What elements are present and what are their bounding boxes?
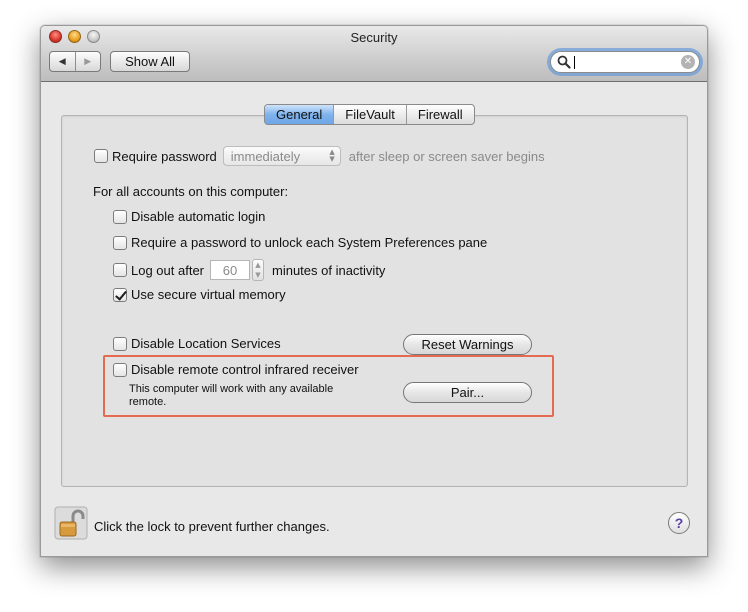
logout-row: Log out after 60 ▲ ▼ minutes of inactivit… bbox=[113, 259, 385, 281]
popup-arrows-icon: ▲ ▼ bbox=[329, 148, 335, 163]
help-icon[interactable]: ? bbox=[668, 512, 690, 534]
disable-auto-login-row: Disable automatic login bbox=[113, 209, 265, 224]
require-password-row: Require password immediately ▲ ▼ after sl… bbox=[94, 146, 545, 166]
pair-button[interactable]: Pair... bbox=[403, 382, 532, 403]
require-password-checkbox[interactable] bbox=[94, 149, 108, 163]
all-accounts-heading-row: For all accounts on this computer: bbox=[93, 184, 288, 199]
secure-vm-checkbox[interactable] bbox=[113, 287, 127, 302]
popup-value: immediately bbox=[230, 148, 301, 164]
secure-vm-row: Use secure virtual memory bbox=[113, 287, 286, 302]
lock-instruction-text: Click the lock to prevent further change… bbox=[94, 519, 330, 534]
require-password-pane-row: Require a password to unlock each System… bbox=[113, 235, 487, 250]
text-cursor bbox=[574, 56, 575, 69]
show-all-button[interactable]: Show All bbox=[110, 51, 190, 72]
search-icon bbox=[557, 55, 571, 69]
secure-vm-label: Use secure virtual memory bbox=[131, 287, 286, 302]
back-forward-control: ◀ ▶ bbox=[49, 51, 101, 72]
require-password-pane-checkbox[interactable] bbox=[113, 235, 127, 250]
location-services-row: Disable Location Services bbox=[113, 336, 281, 351]
require-password-suffix: after sleep or screen saver begins bbox=[348, 148, 545, 164]
reset-warnings-button[interactable]: Reset Warnings bbox=[403, 334, 532, 355]
logout-checkbox[interactable] bbox=[113, 263, 127, 277]
all-accounts-heading: For all accounts on this computer: bbox=[93, 184, 289, 199]
logout-minutes-field[interactable]: 60 bbox=[210, 260, 250, 280]
search-field[interactable]: ✕ bbox=[550, 51, 700, 73]
logout-suffix: minutes of inactivity bbox=[272, 262, 386, 278]
tab-general[interactable]: General bbox=[265, 105, 334, 124]
title-bar: Security ◀ ▶ Show All ✕ bbox=[41, 26, 707, 82]
disable-auto-login-label: Disable automatic login bbox=[131, 209, 266, 224]
security-preferences-window: Security ◀ ▶ Show All ✕ General FileVaul… bbox=[40, 25, 708, 557]
tab-firewall[interactable]: Firewall bbox=[405, 105, 474, 124]
lock-icon[interactable] bbox=[54, 506, 88, 540]
window-title: Security bbox=[350, 30, 398, 45]
logout-label: Log out after bbox=[131, 262, 204, 278]
remote-control-row: Disable remote control infrared receiver bbox=[113, 362, 359, 377]
require-password-delay-popup[interactable]: immediately ▲ ▼ bbox=[222, 146, 341, 166]
remote-control-checkbox[interactable] bbox=[113, 362, 127, 377]
back-arrow-icon[interactable]: ◀ bbox=[50, 52, 75, 71]
forward-arrow-icon[interactable]: ▶ bbox=[74, 52, 101, 71]
disable-auto-login-checkbox[interactable] bbox=[113, 209, 127, 224]
tab-bar: General FileVault Firewall bbox=[264, 104, 475, 125]
location-services-label: Disable Location Services bbox=[131, 336, 281, 351]
remote-help-line-1: This computer will work with any availab… bbox=[129, 383, 334, 395]
remote-help-line-2: remote. bbox=[129, 396, 167, 408]
remote-help-text: This computer will work with any availab… bbox=[129, 383, 333, 409]
location-services-checkbox[interactable] bbox=[113, 336, 127, 351]
logout-minutes-stepper[interactable]: ▲ ▼ bbox=[252, 259, 264, 281]
clear-search-icon[interactable]: ✕ bbox=[681, 55, 695, 69]
tab-filevault[interactable]: FileVault bbox=[333, 105, 406, 124]
require-password-label: Require password bbox=[112, 148, 217, 164]
require-password-pane-label: Require a password to unlock each System… bbox=[131, 235, 488, 250]
remote-control-label: Disable remote control infrared receiver bbox=[131, 362, 359, 377]
